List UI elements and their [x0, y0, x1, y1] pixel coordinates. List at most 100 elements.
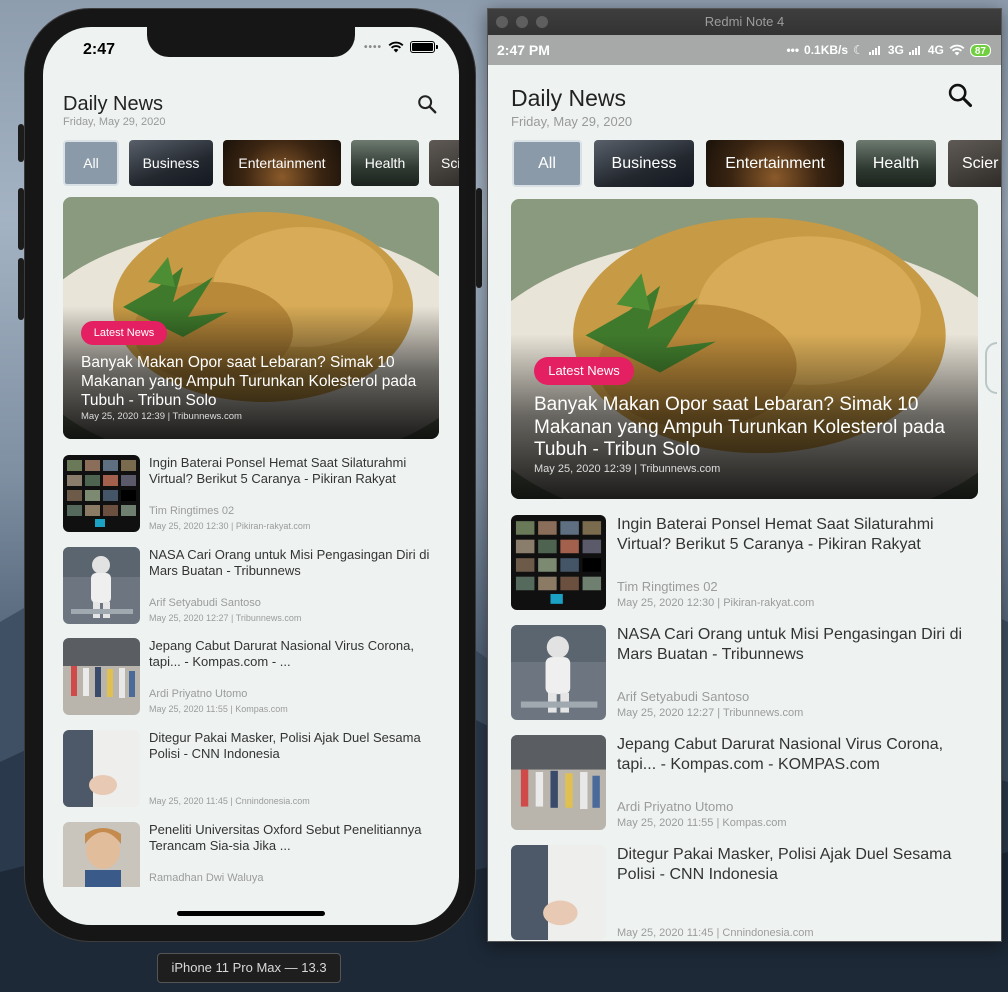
headline-card[interactable]: Latest News Banyak Makan Opor saat Lebar… — [511, 199, 978, 499]
latest-news-badge: Latest News — [81, 321, 167, 345]
article-thumbnail — [63, 638, 140, 715]
headline-meta: May 25, 2020 12:39 | Tribunnews.com — [81, 411, 242, 422]
network-speed: 0.1KB/s — [804, 43, 849, 57]
home-indicator[interactable] — [177, 911, 325, 916]
iphone-screen: 2:47 •••• Daily News Friday, May 29, 202… — [43, 27, 459, 925]
list-item[interactable]: Ingin Baterai Ponsel Hemat Saat Silatura… — [63, 455, 439, 533]
chip-label: Entertainment — [725, 155, 825, 172]
search-icon[interactable] — [416, 93, 438, 115]
headline-title: Banyak Makan Opor saat Lebaran? Simak 10… — [534, 394, 945, 460]
article-thumbnail — [63, 822, 140, 887]
android-status-icons: ••• 0.1KB/s ☾ 3G 4G 87 — [786, 43, 991, 57]
article-author: Ramadhan Dwi Waluya — [149, 872, 264, 884]
article-thumbnail — [63, 547, 140, 624]
moon-icon: ☾ — [853, 43, 864, 57]
app-date: Friday, May 29, 2020 — [511, 114, 633, 129]
chip-label: Health — [872, 155, 920, 172]
list-item[interactable]: NASA Cari Orang untuk Misi Pengasingan D… — [63, 547, 439, 625]
chip-label: Scier — [962, 155, 999, 172]
app-title: Daily News — [511, 85, 627, 111]
article-author: Ardi Priyatno Utomo — [617, 799, 734, 814]
chip-entertainment[interactable]: Entertainment — [223, 140, 341, 186]
list-item[interactable]: Ingin Baterai Ponsel Hemat Saat Silatura… — [511, 515, 978, 611]
category-chips: All Business Entertainment Health Scier — [512, 140, 1001, 187]
signal-icon — [868, 46, 880, 55]
article-title: Ditegur Pakai Masker, Polisi Ajak Duel S… — [149, 730, 421, 761]
window-titlebar: Redmi Note 4 — [488, 9, 1001, 35]
category-chips: All Business Entertainment Health Sci — [63, 140, 459, 186]
article-thumbnail — [63, 455, 140, 532]
chip-business[interactable]: Business — [129, 140, 213, 186]
simulator-device-label: iPhone 11 Pro Max — 13.3 — [157, 953, 341, 983]
battery-icon: 87 — [969, 43, 991, 57]
chip-health[interactable]: Health — [351, 140, 419, 186]
dots-icon: ••• — [786, 43, 800, 57]
close-window-button[interactable] — [496, 16, 508, 28]
headline-meta: May 25, 2020 12:39 | Tribunnews.com — [534, 463, 721, 475]
list-item[interactable]: NASA Cari Orang untuk Misi Pengasingan D… — [511, 625, 978, 721]
chip-business[interactable]: Business — [594, 140, 694, 187]
article-thumbnail — [511, 845, 606, 940]
chip-label: Business — [611, 155, 677, 172]
list-item[interactable]: Ditegur Pakai Masker, Polisi Ajak Duel S… — [63, 730, 439, 808]
chip-all[interactable]: All — [63, 140, 119, 186]
emulator-side-handle[interactable] — [985, 342, 997, 394]
article-title: Jepang Cabut Darurat Nasional Virus Coro… — [149, 638, 414, 669]
article-title: NASA Cari Orang untuk Misi Pengasingan D… — [617, 626, 963, 663]
article-title: Ingin Baterai Ponsel Hemat Saat Silatura… — [617, 516, 934, 553]
net-3g: 3G — [887, 43, 904, 57]
chip-science[interactable]: Scier — [948, 140, 1001, 187]
chip-science[interactable]: Sci — [429, 140, 459, 186]
search-icon[interactable] — [946, 81, 974, 109]
list-item[interactable]: Peneliti Universitas Oxford Sebut Peneli… — [63, 822, 439, 887]
signal-icon — [908, 46, 920, 55]
chip-all[interactable]: All — [512, 140, 582, 187]
zoom-window-button[interactable] — [536, 16, 548, 28]
article-author: Arif Setyabudi Santoso — [617, 689, 750, 704]
net-4g: 4G — [927, 43, 944, 57]
android-status-bar: 2:47 PM ••• 0.1KB/s ☾ 3G 4G 87 — [488, 35, 1001, 65]
article-meta: May 25, 2020 11:55 | Kompas.com — [617, 817, 787, 829]
app-title: Daily News — [63, 93, 164, 115]
article-meta: May 25, 2020 12:30 | Pikiran-rakyat.com — [617, 597, 815, 609]
android-app: Daily News Friday, May 29, 2020 All Busi… — [488, 65, 1001, 941]
phone-power-button — [476, 188, 482, 288]
wifi-icon — [949, 44, 965, 56]
article-title: NASA Cari Orang untuk Misi Pengasingan D… — [149, 547, 430, 578]
list-item[interactable]: Jepang Cabut Darurat Nasional Virus Coro… — [63, 638, 439, 716]
article-title: Ingin Baterai Ponsel Hemat Saat Silatura… — [149, 455, 407, 486]
window-title: Redmi Note 4 — [704, 14, 785, 29]
article-meta: May 25, 2020 12:30 | Pikiran-rakyat.com — [149, 521, 311, 531]
chip-entertainment[interactable]: Entertainment — [706, 140, 844, 187]
article-thumbnail — [511, 625, 606, 720]
list-item[interactable]: Ditegur Pakai Masker, Polisi Ajak Duel S… — [511, 845, 978, 941]
headline-title: Banyak Makan Opor saat Lebaran? Simak 10… — [81, 354, 417, 409]
latest-news-badge: Latest News — [534, 357, 634, 385]
iphone-simulator: 2:47 •••• Daily News Friday, May 29, 202… — [24, 8, 476, 942]
article-title: Jepang Cabut Darurat Nasional Virus Coro… — [617, 736, 944, 773]
chip-label: All — [83, 155, 99, 171]
article-author: Arif Setyabudi Santoso — [149, 597, 261, 609]
article-title: Ditegur Pakai Masker, Polisi Ajak Duel S… — [617, 846, 952, 883]
list-item[interactable]: Jepang Cabut Darurat Nasional Virus Coro… — [511, 735, 978, 831]
chip-label: Entertainment — [238, 155, 326, 171]
chip-label: Sci — [441, 155, 459, 171]
article-meta: May 25, 2020 12:27 | Tribunnews.com — [617, 707, 804, 719]
article-meta: May 25, 2020 11:55 | Kompas.com — [149, 704, 288, 714]
chip-label: Health — [364, 155, 406, 171]
headline-card[interactable]: Latest News Banyak Makan Opor saat Lebar… — [63, 197, 439, 439]
android-status-time: 2:47 PM — [497, 42, 550, 58]
article-meta: May 25, 2020 11:45 | Cnnindonesia.com — [617, 927, 814, 939]
article-meta: May 25, 2020 11:45 | Cnnindonesia.com — [149, 796, 310, 806]
minimize-window-button[interactable] — [516, 16, 528, 28]
android-emulator-window: Redmi Note 4 2:47 PM ••• 0.1KB/s ☾ 3G 4G… — [487, 8, 1002, 942]
app-date: Friday, May 29, 2020 — [63, 116, 166, 128]
article-author: Ardi Priyatno Utomo — [149, 688, 248, 700]
article-author: Tim Ringtimes 02 — [617, 579, 718, 594]
article-thumbnail — [63, 730, 140, 807]
chip-health[interactable]: Health — [856, 140, 936, 187]
article-title: Peneliti Universitas Oxford Sebut Peneli… — [149, 822, 422, 853]
article-thumbnail — [511, 735, 606, 830]
chip-label: All — [538, 155, 556, 172]
ios-app: Daily News Friday, May 29, 2020 All Busi… — [43, 27, 459, 887]
